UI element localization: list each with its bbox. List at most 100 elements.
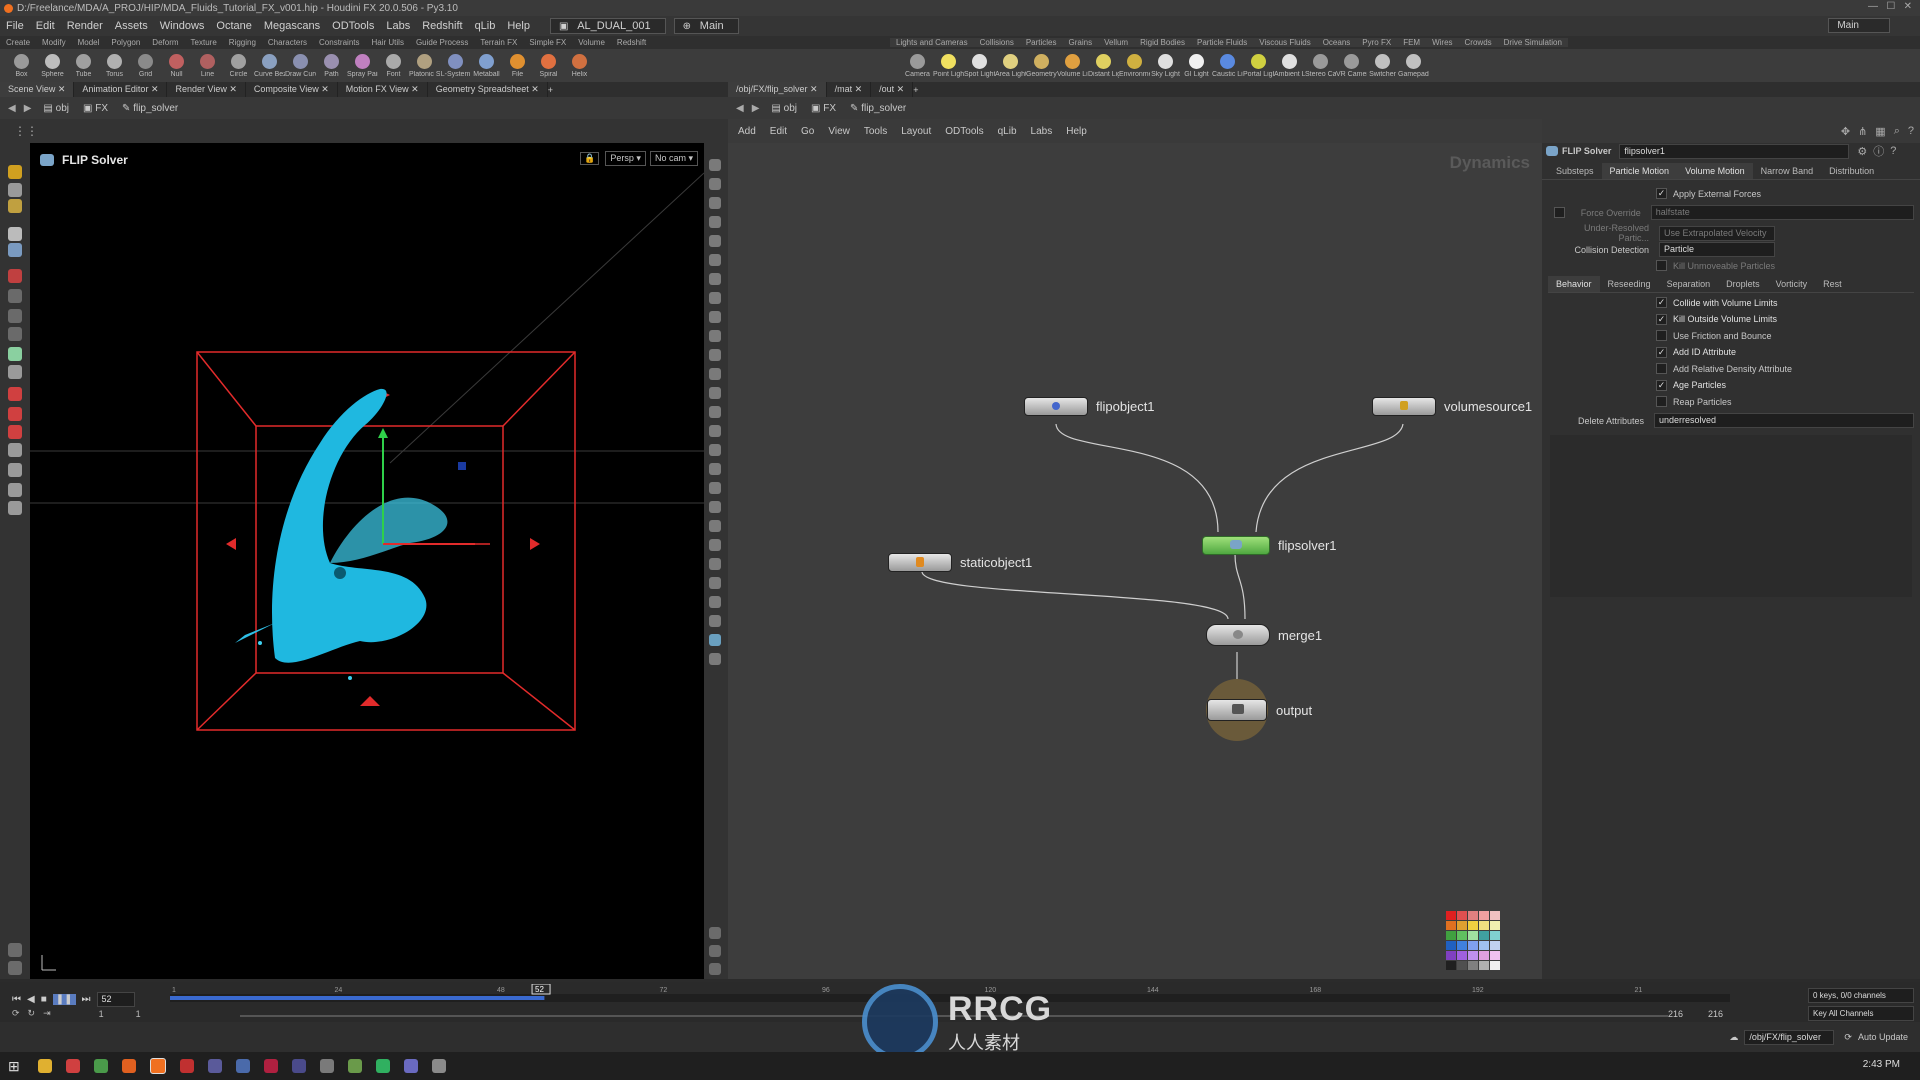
viewport-tool-icon[interactable] [8, 407, 22, 421]
kill-outside-volume-limits-checkbox[interactable]: ✓ [1656, 313, 1667, 325]
shelf-tab-hair-utils[interactable]: Hair Utils [366, 38, 410, 47]
tool-spot-light[interactable]: Spot Light [964, 53, 995, 78]
step-icon[interactable]: ⇥ [43, 1008, 51, 1019]
tab-composite-view[interactable]: Composite View ✕ [246, 82, 338, 97]
merge-node-body[interactable] [1206, 624, 1270, 646]
node-flipobject1[interactable]: flipobject1 [1024, 397, 1155, 416]
layout-icon[interactable]: ▦ [1875, 125, 1885, 138]
age-particles-checkbox[interactable]: ✓ [1656, 379, 1667, 391]
left-path-flip[interactable]: ✎ flip_solver [122, 103, 178, 114]
color-swatch[interactable] [1457, 931, 1467, 940]
param-tab-distribution[interactable]: Distribution [1821, 163, 1882, 179]
window-controls[interactable]: — ☐ ✕ [1868, 1, 1912, 12]
tool-ambient-light[interactable]: Ambient Light [1274, 53, 1305, 78]
tab-mat[interactable]: /mat ✕ [827, 82, 872, 97]
display-option-icon[interactable] [709, 463, 721, 475]
forward-arrow-icon[interactable]: ▶ [24, 103, 32, 114]
flipsolver-node-body[interactable] [1202, 536, 1270, 555]
tool-portal-light[interactable]: Portal Light [1243, 53, 1274, 78]
desktop-selector[interactable]: ▣ AL_DUAL_001 [549, 18, 666, 34]
display-option-icon[interactable] [709, 615, 721, 627]
scene-viewport[interactable]: FLIP Solver 🔒 Persp ▾ No cam ▾ [30, 143, 704, 979]
help-param-icon[interactable]: ? [1890, 145, 1896, 157]
menu-assets[interactable]: Assets [109, 20, 154, 32]
tool-point-light[interactable]: Point Light [933, 53, 964, 78]
add-tab-icon[interactable]: + [548, 85, 553, 95]
color-swatch[interactable] [1479, 961, 1489, 970]
behavior-tab-vorticity[interactable]: Vorticity [1768, 276, 1816, 292]
shelf-tab-oceans[interactable]: Oceans [1317, 38, 1357, 47]
param-tab-substeps[interactable]: Substeps [1548, 163, 1602, 179]
output-node-body[interactable] [1207, 699, 1267, 721]
tree-icon[interactable]: ⋔ [1858, 125, 1867, 138]
pin-icon[interactable]: ✥ [1841, 125, 1850, 138]
app6-icon[interactable] [291, 1059, 306, 1073]
viewport-tool-icon[interactable] [8, 199, 22, 213]
display-option-icon[interactable] [709, 406, 721, 418]
tool-switcher[interactable]: Switcher [1367, 53, 1398, 78]
network-editor[interactable]: Add Edit Go View Tools Layout ODTools qLib Labs H… [728, 119, 1542, 979]
app2-icon[interactable] [179, 1059, 194, 1073]
viewport-tool-icon[interactable] [8, 227, 22, 241]
info-icon[interactable]: ⓘ [1873, 143, 1884, 159]
tool-distant-light[interactable]: Distant Light [1088, 53, 1119, 78]
node-merge1[interactable]: merge1 [1206, 624, 1322, 646]
apply-forces-checkbox[interactable]: ✓ [1656, 188, 1667, 199]
key-all-channels[interactable]: Key All Channels [1808, 1006, 1914, 1021]
stop-icon[interactable]: ■ [41, 994, 47, 1005]
behavior-tab-droplets[interactable]: Droplets [1718, 276, 1768, 292]
shelf-tab-pyro-fx[interactable]: Pyro FX [1356, 38, 1397, 47]
tool-gi-light[interactable]: GI Light [1181, 53, 1212, 78]
shelf-tab-particle-fluids[interactable]: Particle Fluids [1191, 38, 1253, 47]
display-option-icon[interactable] [709, 577, 721, 589]
display-option-icon[interactable] [709, 235, 721, 247]
color-swatch[interactable] [1479, 941, 1489, 950]
menu-odtools[interactable]: ODTools [326, 20, 380, 32]
delete-attributes-field[interactable]: underresolved [1654, 413, 1914, 428]
color-swatch[interactable] [1446, 921, 1456, 930]
display-option-icon[interactable] [709, 311, 721, 323]
tool-path[interactable]: Path [316, 53, 347, 78]
force-override-checkbox[interactable] [1554, 207, 1565, 218]
color-swatch[interactable] [1457, 911, 1467, 920]
discord-icon[interactable] [403, 1059, 418, 1073]
node-name-field[interactable]: flipsolver1 [1619, 143, 1850, 159]
shelf-tab-collisions[interactable]: Collisions [974, 38, 1020, 47]
behavior-tab-reseeding[interactable]: Reseeding [1600, 276, 1659, 292]
grid-icon[interactable]: ⋮⋮ [14, 124, 38, 138]
main-selector[interactable]: ⊕ Main [673, 18, 739, 34]
help-icon[interactable]: ? [1908, 125, 1914, 137]
shelf-tab-particles[interactable]: Particles [1020, 38, 1063, 47]
loop-icon[interactable]: ↻ [28, 1008, 36, 1019]
menu-octane[interactable]: Octane [210, 20, 257, 32]
chrome-icon[interactable] [93, 1059, 108, 1073]
color-swatch[interactable] [1490, 941, 1500, 950]
shelf-tab-guide-process[interactable]: Guide Process [410, 38, 474, 47]
display-option-icon[interactable] [709, 634, 721, 646]
tab-animation-editor[interactable]: Animation Editor ✕ [74, 82, 168, 97]
check-row-collide-with-volume-limits[interactable]: ✓ Collide with Volume Limits [1656, 297, 1778, 308]
add-relative-density-attribute-checkbox[interactable] [1656, 363, 1667, 374]
display-option-icon[interactable] [709, 216, 721, 228]
collision-menu[interactable]: Particle [1659, 242, 1775, 257]
volumesource-node-body[interactable] [1372, 397, 1436, 416]
param-tab-volume-motion[interactable]: Volume Motion [1677, 163, 1753, 179]
display-option-icon[interactable] [709, 596, 721, 608]
node-volumesource1[interactable]: volumesource1 [1372, 397, 1532, 416]
check-row-reap-particles[interactable]: Reap Particles [1656, 396, 1732, 407]
play-back-icon[interactable]: ◀ [27, 994, 35, 1005]
tool-null[interactable]: Null [161, 53, 192, 78]
color-swatch[interactable] [1479, 951, 1489, 960]
range-start-2[interactable]: 1 [136, 1009, 141, 1019]
realtime-icon[interactable]: ⟳ [12, 1008, 20, 1019]
tool-camera[interactable]: Camera [902, 53, 933, 78]
auto-update-menu[interactable]: Auto Update [1858, 1032, 1908, 1042]
display-option-icon[interactable] [709, 444, 721, 456]
tool-stereo-camera[interactable]: Stereo Camera [1305, 53, 1336, 78]
shelf-tab-rigging[interactable]: Rigging [223, 38, 262, 47]
color-swatch[interactable] [1479, 931, 1489, 940]
display-option-icon[interactable] [709, 945, 721, 957]
flipobject-node-body[interactable] [1024, 397, 1088, 416]
menu-labs[interactable]: Labs [380, 20, 416, 32]
viewport-tool-icon[interactable] [8, 365, 22, 379]
